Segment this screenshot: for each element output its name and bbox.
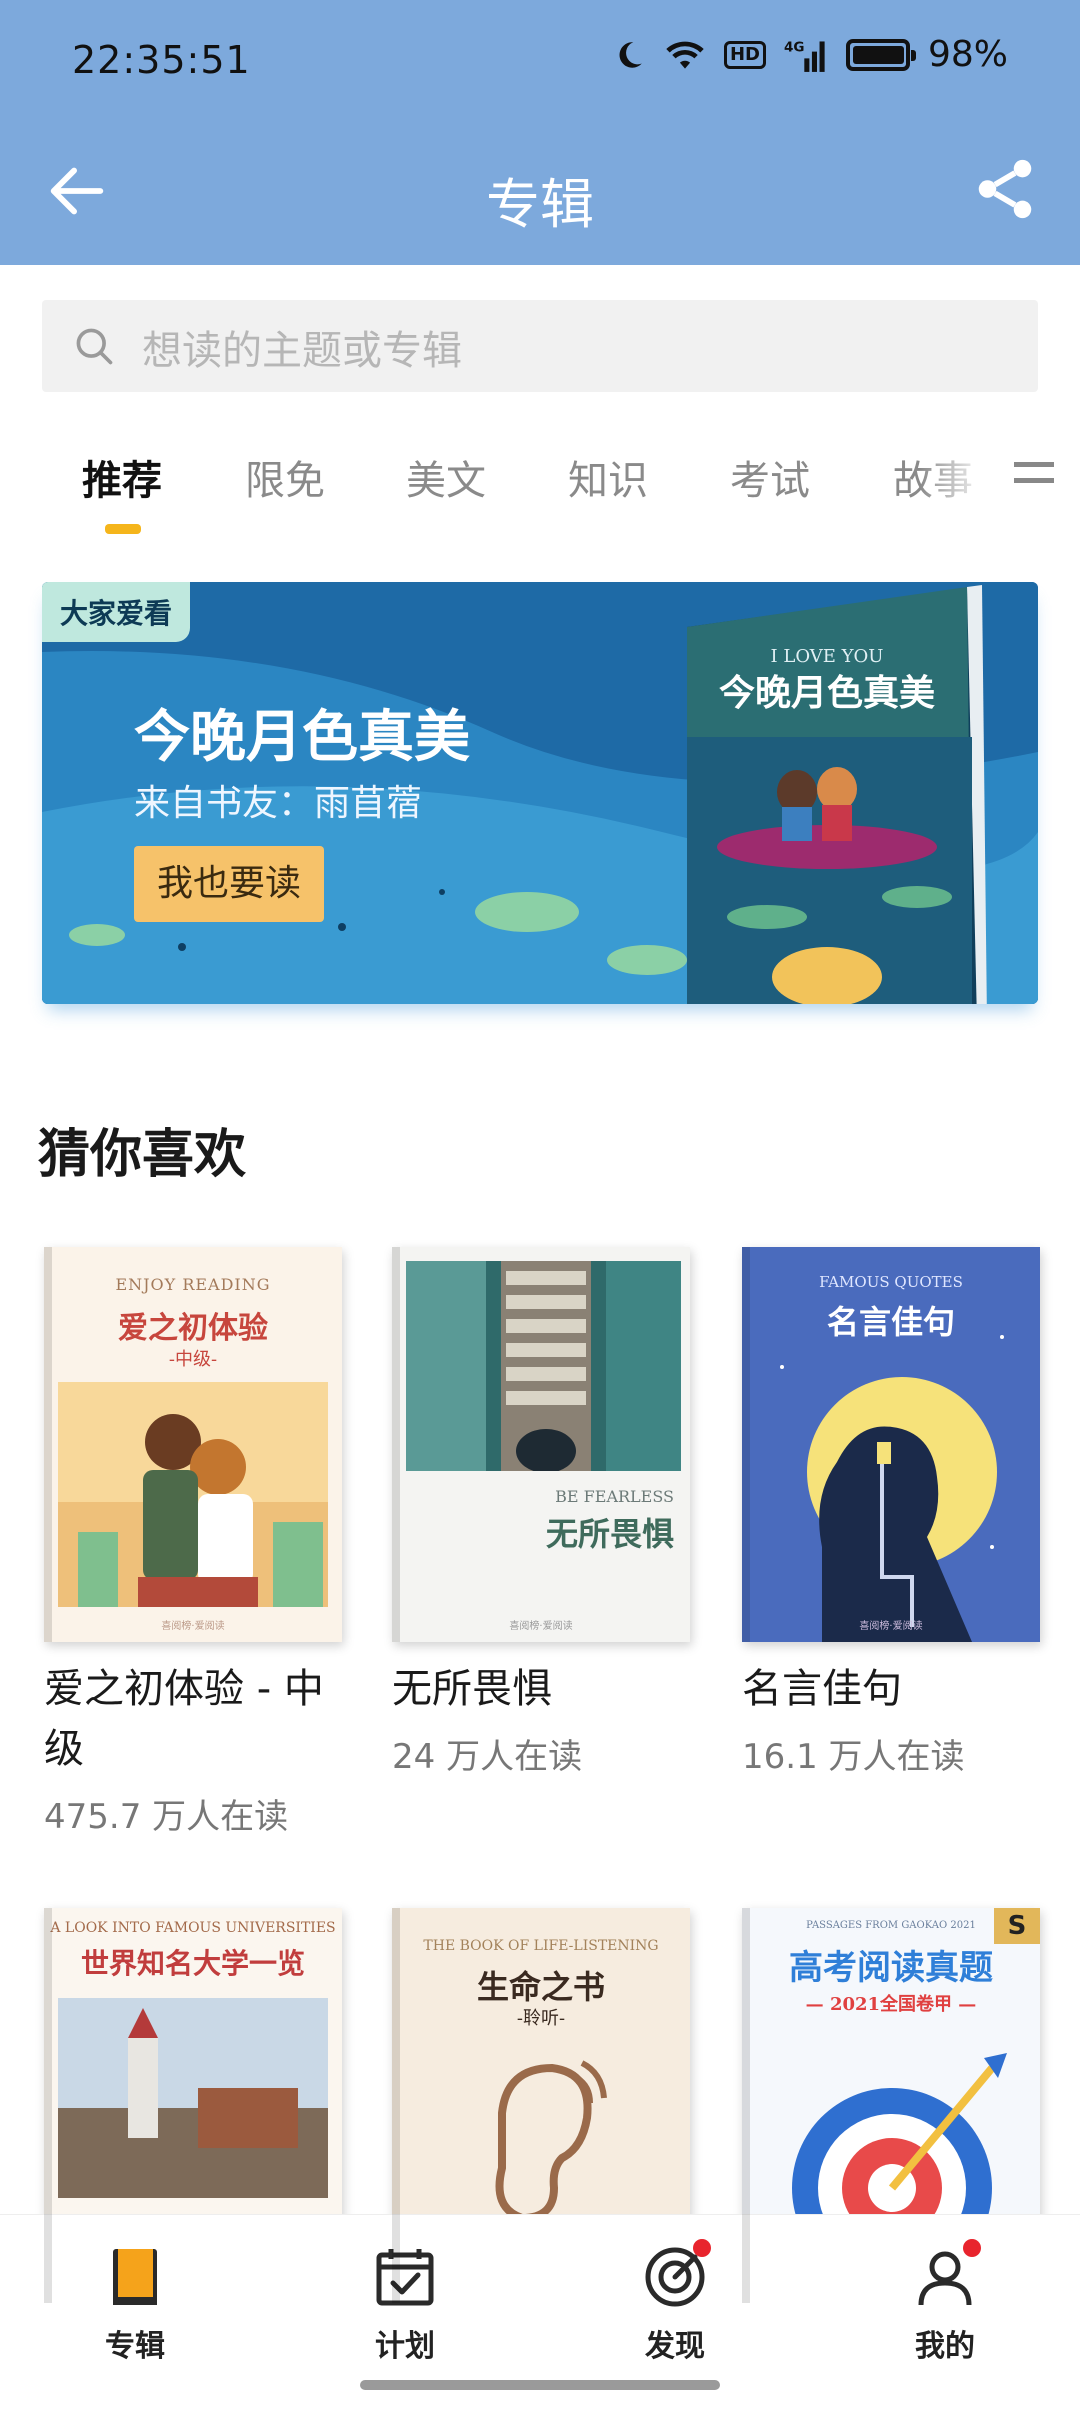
tab-knowledge[interactable]: 知识	[568, 448, 648, 506]
moon-icon	[619, 41, 642, 68]
nav-bar: 专辑	[0, 130, 1080, 260]
tab-exam[interactable]: 考试	[730, 448, 810, 506]
banner-tag: 大家爱看	[42, 582, 191, 642]
cover-illustration	[58, 1382, 328, 1607]
tab-recommend[interactable]: 推荐	[82, 448, 162, 506]
premium-badge: S	[994, 1908, 1040, 1944]
wifi-icon	[666, 41, 704, 69]
tab-essay[interactable]: 美文	[406, 448, 486, 506]
cover-zh: 世界知名大学一览	[80, 1947, 305, 1980]
banner-subtitle: 来自书友：雨苜蓿	[134, 783, 423, 824]
ear-icon	[495, 2060, 607, 2222]
battery-icon	[845, 38, 916, 71]
cover-en: THE BOOK OF LIFE-LISTENING	[423, 1938, 659, 1954]
cover-badge: 喜阅榜·爱阅读	[161, 1621, 225, 1632]
nav-album-label: 专辑	[105, 2329, 165, 2364]
status-time: 22:35:51	[72, 38, 251, 82]
cover-en: FAMOUS QUOTES	[819, 1273, 963, 1291]
cover-zh: 名言佳句	[826, 1303, 955, 1341]
book-cover: FAMOUS QUOTES 名言佳句 喜阅榜·爱阅读	[742, 1247, 1040, 1642]
cover-zh: 爱之初体验	[118, 1311, 268, 1346]
book-icon	[113, 2249, 157, 2305]
notification-dot	[963, 2239, 981, 2257]
cover-zh: 高考阅读真题	[789, 1948, 993, 1988]
banner-title: 今晚月色真美	[134, 705, 470, 770]
cover-zh: 无所畏惧	[545, 1515, 674, 1553]
notification-dot	[693, 2239, 711, 2257]
book-readers: 475.7 万人在读	[44, 1797, 289, 1837]
read-too-button[interactable]: 我也要读	[134, 846, 324, 922]
tab-free[interactable]: 限免	[245, 448, 325, 506]
book-cover: BE FEARLESS 无所畏惧 喜阅榜·爱阅读	[392, 1247, 690, 1642]
cover-badge: 喜阅榜·爱阅读	[859, 1621, 923, 1632]
app-header: 22:35:51 HD 4G 98% 专辑	[0, 0, 1080, 265]
search-placeholder: 想读的主题或专辑	[142, 328, 462, 374]
signal-icon: 4G	[784, 39, 825, 72]
share-icon[interactable]	[970, 154, 1040, 224]
tabs-menu-icon[interactable]	[1014, 462, 1054, 502]
search-icon	[76, 328, 113, 365]
calendar-check-icon	[376, 2249, 434, 2306]
banner-book-cover: I LOVE YOU 今晚月色真美	[687, 585, 987, 1004]
home-indicator[interactable]	[360, 2380, 720, 2390]
status-bar: 22:35:51 HD 4G 98%	[0, 0, 1080, 125]
cover-sub: -聆听-	[516, 2008, 566, 2029]
nav-plan[interactable]: 计划	[330, 2245, 480, 2365]
cover-en: BE FEARLESS	[555, 1487, 674, 1506]
hd-badge: HD	[723, 40, 766, 69]
status-icons: HD 4G 98%	[612, 34, 1008, 75]
battery-percent: 98%	[927, 34, 1008, 75]
book-title: 无所畏惧	[392, 1666, 552, 1712]
book-readers: 16.1 万人在读	[742, 1737, 965, 1777]
featured-banner[interactable]: 大家爱看 今晚月色真美 来自书友：雨苜蓿 我也要读 I LOVE YOU 今晚月…	[42, 582, 1038, 1004]
category-tabs: 推荐 限免 美文 知识 考试 故事	[0, 440, 1080, 540]
nav-plan-label: 计划	[375, 2329, 435, 2364]
cover-en: ENJOY READING	[115, 1275, 271, 1294]
cover-sub: — 2021全国卷甲 —	[805, 1994, 977, 2015]
cover-en: A LOOK INTO FAMOUS UNIVERSITIES	[50, 1920, 336, 1936]
book-title: 爱之初体验 - 中级	[44, 1666, 324, 1772]
nav-profile[interactable]: 我的	[870, 2239, 1020, 2365]
nav-discover[interactable]: 发现	[600, 2239, 750, 2365]
book-title: 名言佳句	[742, 1666, 902, 1712]
cover-zh: 生命之书	[476, 1968, 605, 2006]
cover-illustration	[58, 1998, 328, 2198]
nav-profile-label: 我的	[915, 2329, 975, 2364]
cover-illustration	[406, 1261, 681, 1471]
nav-discover-label: 发现	[645, 2329, 705, 2364]
network-type: 4G	[784, 39, 805, 55]
cover-sub: -中级-	[168, 1349, 218, 1370]
active-tab-indicator	[105, 524, 141, 534]
book-cover: ENJOY READING 爱之初体验 -中级- 喜阅榜·爱阅读	[44, 1247, 342, 1642]
section-title: 猜你喜欢	[38, 1125, 247, 1185]
book-readers: 24 万人在读	[392, 1737, 583, 1777]
search-input[interactable]: 想读的主题或专辑	[42, 300, 1038, 392]
nav-album[interactable]: 专辑	[60, 2245, 210, 2365]
banner-book-en: I LOVE YOU	[771, 646, 884, 667]
cover-badge: 喜阅榜·爱阅读	[509, 1621, 573, 1632]
banner-book-zh: 今晚月色真美	[719, 672, 935, 714]
page-title: 专辑	[486, 173, 594, 236]
